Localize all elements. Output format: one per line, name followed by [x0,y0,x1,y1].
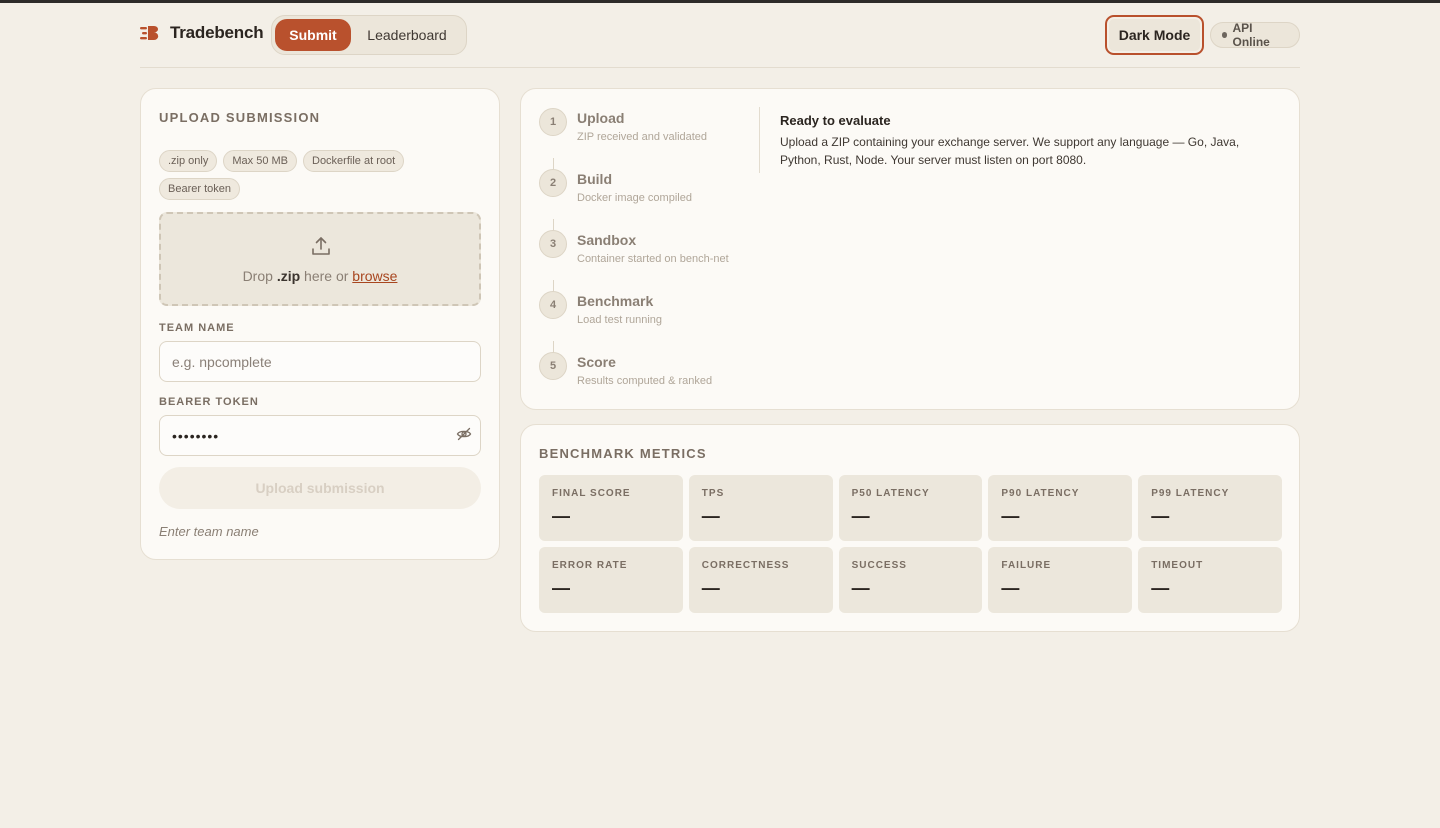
app-header: Tradebench Submit Leaderboard Dark Mode … [140,14,1300,56]
requirement-chips: .zip only Max 50 MB Dockerfile at root B… [159,150,483,200]
metric-label: FAILURE [1001,560,1052,571]
metric-p99-latency: P99 LATENCY — [1138,475,1282,541]
metric-p90-latency: P90 LATENCY — [988,475,1133,541]
bearer-token-input[interactable] [159,415,481,456]
step-description: Results computed & ranked [577,375,713,387]
pipeline-card: 1 Upload ZIP received and validated 2 Bu… [520,88,1300,410]
metric-tps: TPS — [688,475,833,541]
step-description: ZIP received and validated [577,131,708,143]
status-title: Ready to evaluate [780,113,891,128]
metric-success: SUCCESS — [838,547,983,613]
step-number: 2 [539,169,567,197]
step-benchmark: 4 Benchmark Load test running [539,291,759,341]
bearer-token-label: BEARER TOKEN [159,396,259,408]
chip-bearer-token: Bearer token [159,178,240,200]
browse-link[interactable]: browse [352,268,397,284]
main-nav-tabs: Submit Leaderboard [271,15,467,55]
brand-name: Tradebench [170,23,264,42]
status-description: Upload a ZIP containing your exchange se… [780,135,1240,167]
step-name: Sandbox [577,232,637,248]
dark-mode-button[interactable]: Dark Mode [1105,15,1204,55]
step-build: 2 Build Docker image compiled [539,169,759,219]
tab-leaderboard[interactable]: Leaderboard [351,19,463,51]
tab-submit[interactable]: Submit [275,19,351,51]
header-divider [140,67,1300,68]
metric-label: FINAL SCORE [552,488,631,499]
metric-timeout: TIMEOUT — [1138,547,1282,613]
metrics-title: BENCHMARK METRICS [539,446,707,461]
upload-icon [312,237,330,255]
metric-value: — [1151,506,1170,526]
metric-failure: FAILURE — [988,547,1133,613]
metric-label: SUCCESS [851,560,907,571]
window-top-border [0,0,1440,3]
step-upload: 1 Upload ZIP received and validated [539,108,759,158]
metric-value: — [1151,578,1170,598]
metric-value: — [701,506,720,526]
team-name-input[interactable] [159,341,481,382]
step-sandbox: 3 Sandbox Container started on bench-net [539,230,759,280]
dropzone-text: Drop .zip here or browse [161,268,479,284]
metric-label: P99 LATENCY [1151,488,1230,499]
eye-off-icon[interactable] [456,426,472,442]
drop-ext: .zip [276,268,301,284]
step-score: 5 Score Results computed & ranked [539,352,759,402]
step-description: Load test running [577,314,663,326]
metric-label: P50 LATENCY [851,488,930,499]
metric-value: — [701,578,720,598]
file-dropzone[interactable]: Drop .zip here or browse [159,212,481,306]
metric-value: — [552,578,570,598]
step-name: Upload [577,110,625,126]
status-dot-icon [1222,32,1228,38]
step-name: Score [577,354,616,370]
metric-value: — [851,506,870,526]
validation-hint: Enter team name [159,524,259,539]
chip-dockerfile: Dockerfile at root [303,150,405,172]
step-number: 5 [539,352,567,380]
upload-card: UPLOAD SUBMISSION .zip only Max 50 MB Do… [140,88,500,560]
api-status-text: API Online [1232,21,1270,49]
step-description: Docker image compiled [577,192,692,204]
step-number: 1 [539,108,567,136]
metric-value: — [1001,506,1020,526]
metric-label: ERROR RATE [552,560,628,571]
metric-label: P90 LATENCY [1001,488,1080,499]
metrics-grid: FINAL SCORE — TPS — P50 LATENCY — P90 LA… [539,475,1282,613]
metrics-card: BENCHMARK METRICS FINAL SCORE — TPS — P5… [520,424,1300,632]
metric-value: — [552,506,570,526]
step-number: 3 [539,230,567,258]
api-status-badge: API Online [1210,21,1300,49]
metric-error-rate: ERROR RATE — [539,547,683,613]
step-description: Container started on bench-net [577,253,729,265]
metric-p50-latency: P50 LATENCY — [838,475,983,541]
drop-middle: here or [304,268,349,284]
metric-label: CORRECTNESS [701,560,790,571]
chip-zip-only: .zip only [159,150,218,172]
drop-prefix: Drop [242,268,273,284]
brand[interactable]: Tradebench [140,23,264,43]
metric-value: — [851,578,870,598]
metric-value: — [1001,578,1020,598]
metric-correctness: CORRECTNESS — [688,547,833,613]
upload-title: UPLOAD SUBMISSION [159,110,321,125]
team-name-label: TEAM NAME [159,322,235,334]
pipeline-divider [759,107,760,173]
step-number: 4 [539,291,567,319]
metric-final-score: FINAL SCORE — [539,475,683,541]
metric-label: TIMEOUT [1151,560,1204,571]
metric-label: TPS [701,488,725,499]
chip-max-size: Max 50 MB [223,150,297,172]
step-name: Benchmark [577,293,654,309]
upload-submission-button[interactable]: Upload submission [159,467,481,509]
step-name: Build [577,171,612,187]
tradebench-logo-icon [140,26,159,40]
